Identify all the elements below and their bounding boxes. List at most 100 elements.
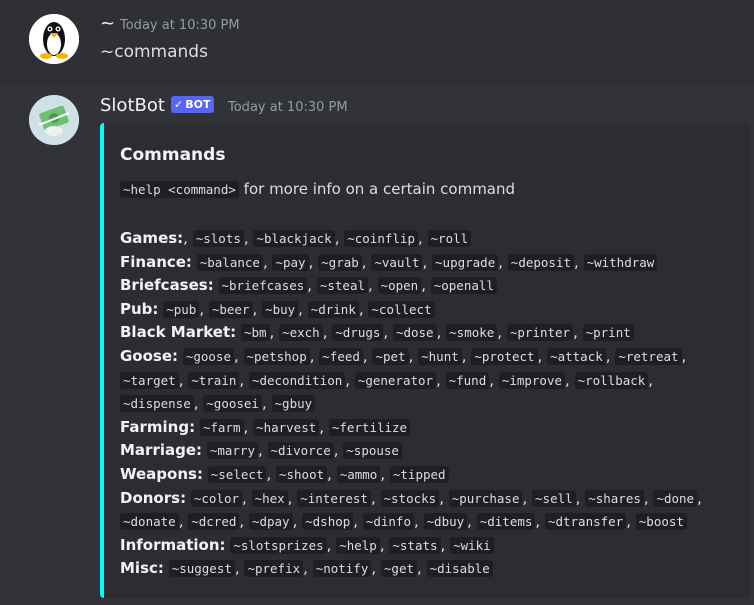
command-code: ~coinflip <box>344 230 418 247</box>
separator: , <box>379 535 390 554</box>
user-avatar[interactable] <box>29 14 79 64</box>
separator: , <box>422 252 433 271</box>
command-code: ~fund <box>445 371 490 389</box>
separator: , <box>322 323 333 342</box>
command-code: ~drink <box>307 300 359 318</box>
command-code: ~protect <box>471 348 538 365</box>
command-code: ~hex <box>251 489 288 507</box>
separator: , <box>345 370 355 389</box>
separator: , <box>303 559 313 578</box>
separator: , <box>178 370 189 389</box>
command-code: ~help <box>336 536 380 554</box>
category-label: Donors: <box>120 488 187 507</box>
separator: , <box>298 299 308 318</box>
command-code: ~deposit <box>507 253 575 271</box>
separator: , <box>522 488 533 507</box>
separator: , <box>537 347 548 365</box>
separator: , <box>334 229 345 247</box>
command-code: ~hunt <box>418 348 462 365</box>
help-text: for more info on a certain command <box>243 180 516 198</box>
command-line: Information: ~slotsprizes, ~help, ~stats… <box>120 534 494 556</box>
command-line: Farming: ~farm, ~harvest, ~fertilize <box>120 416 411 438</box>
bot-badge-label: BOT <box>185 98 211 111</box>
user-message: ~ Today at 10:30 PM ~commands <box>0 0 754 86</box>
command-code: ~dispense <box>120 395 194 413</box>
separator: , <box>333 441 344 460</box>
command-code: ~suggest <box>168 560 235 578</box>
bot-username[interactable]: SlotBot <box>100 95 165 116</box>
separator: , <box>535 512 545 531</box>
separator: , <box>242 488 252 507</box>
command-code: ~buy <box>262 300 299 318</box>
command-code: ~goose <box>182 348 234 365</box>
command-code: ~collect <box>368 300 435 318</box>
separator: , <box>498 252 508 271</box>
category-label: Goose: <box>120 347 179 365</box>
separator: , <box>252 299 263 318</box>
command-code: ~ditems <box>476 513 536 531</box>
separator: , <box>648 370 654 389</box>
command-code: ~dinfo <box>362 513 414 531</box>
separator: , <box>269 323 280 342</box>
command-code: ~disable <box>426 560 493 578</box>
separator: , <box>183 229 193 247</box>
penguin-icon <box>29 14 79 64</box>
separator: , <box>193 394 204 413</box>
command-code: ~farm <box>199 418 244 436</box>
command-code: ~open <box>377 277 422 295</box>
message-content: ~commands <box>100 42 208 62</box>
separator: , <box>199 299 209 318</box>
command-code: ~rollback <box>574 371 649 389</box>
separator: , <box>370 488 381 507</box>
separator: , <box>233 347 244 365</box>
command-code: ~dpay <box>248 513 293 531</box>
command-code: ~pet <box>372 348 409 365</box>
command-code: ~blackjack <box>253 230 335 247</box>
command-code: ~slots <box>192 230 244 247</box>
separator: , <box>234 559 245 578</box>
command-code: ~attack <box>547 348 606 365</box>
separator: , <box>408 347 419 365</box>
command-code: ~briefcases <box>218 277 308 295</box>
separator: , <box>243 229 254 247</box>
separator: , <box>371 559 381 578</box>
command-line: Goose: ~goose, ~petshop, ~feed, ~pet, ~h… <box>120 345 686 367</box>
separator: , <box>257 441 268 460</box>
separator: , <box>266 465 276 483</box>
separator: , <box>681 347 687 365</box>
separator: , <box>327 465 337 483</box>
category-label: Misc: <box>120 559 164 578</box>
separator: , <box>361 252 372 271</box>
money-icon <box>29 95 79 145</box>
separator: , <box>292 512 303 531</box>
command-code: ~dshop <box>302 513 354 531</box>
separator: , <box>573 323 583 342</box>
command-line: Briefcases: ~briefcases, ~steal, ~open, … <box>120 274 497 296</box>
separator: , <box>417 229 428 247</box>
separator: , <box>326 535 337 554</box>
command-code: ~goosei <box>203 395 262 413</box>
command-code: ~dtransfer <box>544 513 627 531</box>
command-line: Pub: ~pub, ~beer, ~buy, ~drink, ~collect <box>120 298 435 320</box>
command-line: Black Market: ~bm, ~exch, ~drugs, ~dose,… <box>120 321 634 343</box>
command-code: ~withdraw <box>583 253 658 271</box>
command-code: ~select <box>207 466 267 483</box>
command-code: ~train <box>188 371 240 389</box>
separator: , <box>643 488 654 507</box>
separator: , <box>368 276 378 295</box>
command-code: ~pub <box>163 300 200 318</box>
command-code: ~shares <box>585 489 644 507</box>
command-line: Finance: ~balance, ~pay, ~grab, ~vault, … <box>120 251 658 273</box>
bot-avatar[interactable] <box>29 95 79 145</box>
username[interactable]: ~ <box>100 13 115 34</box>
command-code: ~gbuy <box>271 395 316 413</box>
command-line: Marriage: ~marry, ~divorce, ~spouse <box>120 439 402 461</box>
separator: , <box>439 488 449 507</box>
category-label: Black Market: <box>120 323 237 342</box>
category-label: Briefcases: <box>120 276 214 295</box>
command-code: ~purchase <box>448 489 523 507</box>
command-code: ~bm <box>240 324 270 342</box>
command-code: ~stocks <box>380 489 440 507</box>
command-code: ~pay <box>272 253 309 271</box>
command-code: ~ammo <box>336 466 381 483</box>
